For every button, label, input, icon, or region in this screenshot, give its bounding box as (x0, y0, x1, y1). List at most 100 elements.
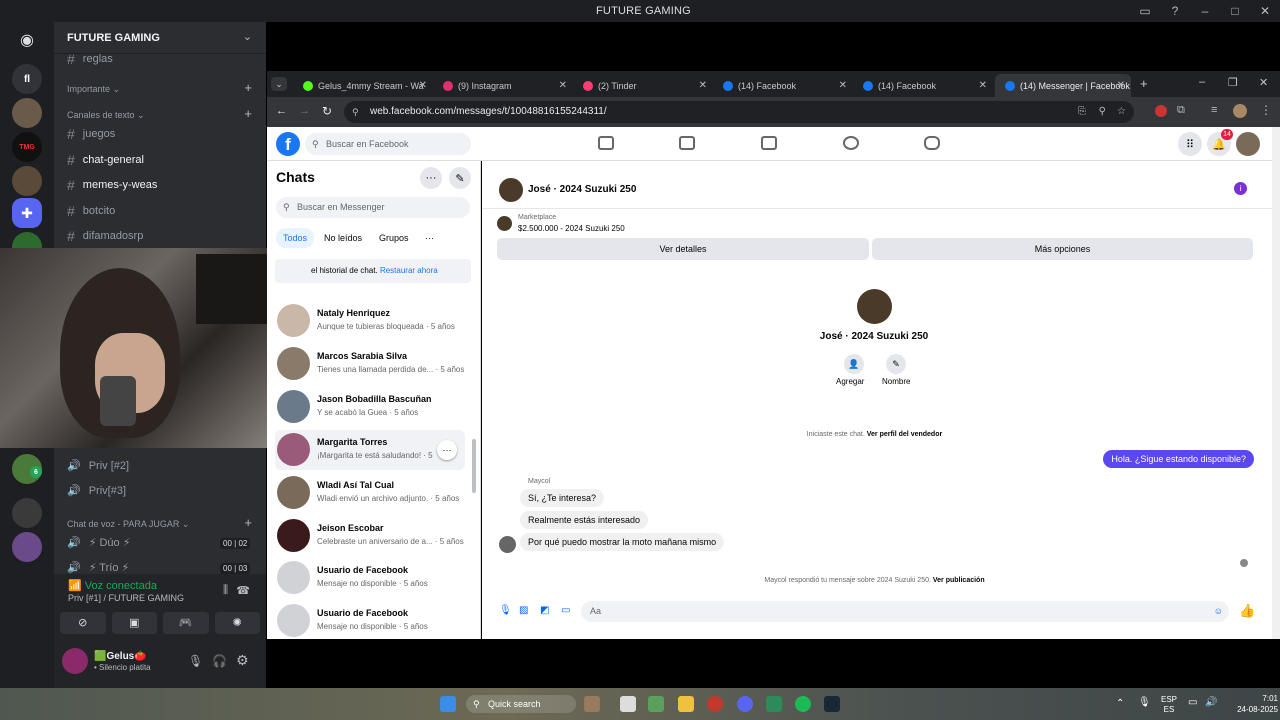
reload-icon[interactable]: ↻ (322, 104, 332, 118)
chat-list-item[interactable]: Usuario de Facebook Mensaje no disponible… (275, 601, 465, 641)
channel-reglas[interactable]: # reglas (67, 51, 113, 67)
extension-icon[interactable] (1155, 105, 1167, 117)
microphone-tray-icon[interactable]: 🎙 (1138, 697, 1151, 708)
volume-icon[interactable]: 🔊 (1205, 697, 1217, 708)
gif-icon[interactable]: ▭ (561, 605, 570, 616)
task-view-icon[interactable] (620, 696, 636, 712)
filter-more-icon[interactable]: ··· (425, 228, 434, 248)
seller-profile-link[interactable]: Ver perfil del vendedor (867, 431, 942, 438)
media-icon[interactable]: ≡ (1211, 104, 1217, 116)
photo-icon[interactable]: ▨ (519, 605, 528, 616)
new-message-icon[interactable]: ✎ (449, 167, 471, 189)
chat-list-item-hovered[interactable]: Margarita Torres ¡Margarita te está salud… (275, 430, 465, 470)
forward-icon[interactable]: → (299, 105, 310, 117)
minimize-icon[interactable]: – (1199, 76, 1205, 88)
chat-list-scrollbar[interactable] (472, 439, 476, 493)
tab-messenger[interactable]: (14) Messenger | Facebook ✕ (995, 74, 1131, 97)
category-voice[interactable]: Chat de voz - PARA JUGAR ⌄ (67, 519, 189, 530)
add-channel-icon[interactable]: + (244, 515, 252, 530)
incoming-message[interactable]: Sí, ¿Te interesa? (520, 489, 605, 507)
server-name[interactable]: FUTURE GAMING (67, 32, 160, 44)
help-icon[interactable]: ? (1160, 0, 1190, 22)
screen-share-icon[interactable]: ▣ (111, 612, 157, 634)
restore-link[interactable]: Restaurar ahora (380, 266, 438, 275)
voice-channel-trio[interactable]: 🔊 ⚡ Trío ⚡ (67, 561, 129, 574)
clock[interactable]: 7:01 24-08-2025 (1222, 693, 1278, 715)
network-icon[interactable]: ▭ (1188, 697, 1197, 708)
language-indicator[interactable]: ESP ES (1161, 695, 1177, 715)
spotify-icon[interactable] (795, 696, 811, 712)
outgoing-message[interactable]: Hola. ¿Sigue estando disponible? (1103, 450, 1254, 468)
chat-list-item[interactable]: Wladi Así Tal Cual Wladi envió un archivo… (275, 473, 465, 513)
incoming-message[interactable]: Por qué puedo mostrar la moto mañana mis… (520, 533, 725, 551)
site-info-icon[interactable]: ⚲ (352, 101, 359, 123)
chat-list-item[interactable]: Jeison Escobar Celebraste un aniversario … (275, 516, 465, 556)
page-scrollbar[interactable] (1272, 127, 1280, 639)
video-icon[interactable] (679, 136, 695, 150)
file-explorer-icon[interactable] (678, 696, 694, 712)
incoming-message[interactable]: Realmente estás interesado (520, 511, 649, 529)
close-window-icon[interactable]: ✕ (1259, 76, 1268, 89)
settings-gear-icon[interactable]: ⚙ (236, 652, 249, 669)
category-importante[interactable]: Importante ⌄ (67, 84, 120, 95)
close-tab-icon[interactable]: ✕ (1117, 80, 1125, 91)
chat-list-item[interactable]: Usuario de Facebook Mensaje no disponible… (275, 558, 465, 598)
server-icon-active[interactable]: ✚ (12, 198, 42, 228)
maximize-icon[interactable]: □ (1220, 0, 1250, 22)
channel-juegos[interactable]: # juegos (67, 126, 115, 142)
more-options-button[interactable]: Más opciones (872, 238, 1253, 260)
chat-list-item[interactable]: Marcos Sarabia Silva Tienes una llamada p… (275, 344, 465, 384)
close-tab-icon[interactable]: ✕ (699, 80, 707, 91)
microphone-icon[interactable]: 🎙 (499, 605, 512, 616)
server-icon[interactable] (12, 498, 42, 528)
channel-botcito[interactable]: # botcito (67, 203, 115, 219)
emoji-icon[interactable]: ☺ (1214, 601, 1223, 622)
install-icon[interactable]: ⎘ (1078, 101, 1086, 123)
close-tab-icon[interactable]: ✕ (839, 80, 847, 91)
home-icon[interactable] (598, 136, 614, 150)
widget-icon[interactable] (584, 696, 600, 712)
view-post-link[interactable]: Ver publicación (933, 577, 985, 584)
start-windows-icon[interactable] (440, 696, 456, 712)
steam-icon[interactable] (824, 696, 840, 712)
add-channel-icon[interactable]: + (244, 106, 252, 121)
zoom-icon[interactable]: ⚲ (1099, 101, 1106, 123)
noise-suppression-icon[interactable]: ⫼ (223, 584, 228, 597)
chat-list-item[interactable]: Nataly Henriquez Aunque te tubieras bloqu… (275, 301, 465, 341)
chat-list-item[interactable]: Jason Bobadilla Bascuñan Y se acabó la Gu… (275, 387, 465, 427)
channel-chat-general[interactable]: # chat-general (67, 152, 144, 168)
facebook-search-input[interactable]: ⚲ Buscar en Facebook (305, 133, 471, 155)
listing-thumbnail[interactable] (497, 216, 512, 231)
server-icon[interactable] (12, 166, 42, 196)
filter-no-leidos[interactable]: No leídos (324, 228, 362, 248)
tab-facebook-1[interactable]: (14) Facebook ✕ (713, 74, 853, 97)
profile-avatar-large[interactable] (857, 289, 892, 324)
category-text[interactable]: Canales de texto ⌄ (67, 110, 145, 121)
groups-icon[interactable] (843, 136, 859, 150)
close-icon[interactable]: ✕ (1250, 0, 1280, 22)
edit-pencil-icon[interactable]: ✎ (886, 354, 906, 374)
voice-channel-priv3[interactable]: 🔊 Priv[#3] (67, 484, 126, 498)
avatar[interactable] (62, 648, 88, 674)
profile-avatar[interactable] (1233, 104, 1247, 118)
voice-channel-duo[interactable]: 🔊 ⚡ Dúo ⚡ (67, 536, 130, 549)
view-details-button[interactable]: Ver detalles (497, 238, 869, 260)
minimize-icon[interactable]: – (1190, 0, 1220, 22)
soundboard-icon[interactable]: ✺ (214, 612, 260, 634)
restore-icon[interactable]: ❐ (1228, 76, 1238, 89)
bookmark-star-icon[interactable]: ☆ (1117, 101, 1126, 123)
discord-icon[interactable] (737, 696, 753, 712)
chevron-down-icon[interactable]: ⌄ (243, 30, 252, 43)
close-tab-icon[interactable]: ✕ (419, 80, 427, 91)
messenger-search-input[interactable]: ⚲ Buscar en Messenger (276, 197, 470, 218)
close-tab-icon[interactable]: ✕ (559, 80, 567, 91)
inbox-icon[interactable]: ▭ (1130, 0, 1160, 22)
server-icon-fl[interactable]: fl (12, 64, 42, 94)
like-thumb-icon[interactable]: 👍 (1239, 603, 1255, 619)
chat-options-icon[interactable]: ··· (437, 440, 457, 460)
info-icon[interactable]: i (1234, 182, 1247, 195)
message-input[interactable]: Aa ☺ (581, 601, 1229, 622)
channel-difamadosrp[interactable]: # difamadosrp (67, 228, 143, 244)
extensions-puzzle-icon[interactable]: ⧉ (1177, 104, 1185, 117)
conversation-title[interactable]: José · 2024 Suzuki 250 (528, 184, 636, 195)
